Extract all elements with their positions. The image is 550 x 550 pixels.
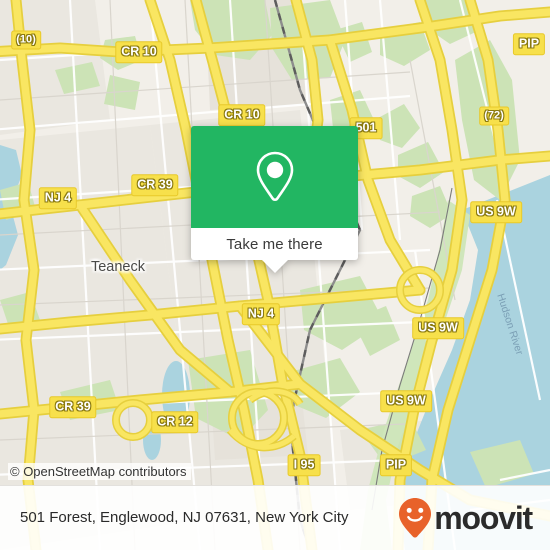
take-me-there-button[interactable]: Take me there — [191, 228, 358, 260]
road-shield: PIP — [379, 454, 413, 476]
road-shield: (72) — [479, 106, 509, 126]
popup-icon-area — [191, 126, 358, 228]
footer-divider — [0, 485, 550, 486]
osm-attribution[interactable]: © OpenStreetMap contributors — [8, 463, 191, 480]
road-shield: NJ 4 — [241, 303, 281, 325]
road-shield: CR 10 — [115, 41, 163, 63]
road-shield: CR 10 — [218, 104, 266, 126]
road-shield: NJ 4 — [38, 187, 78, 209]
take-me-there-label: Take me there — [226, 235, 323, 253]
road-shield: (10) — [11, 30, 41, 50]
moovit-logo[interactable]: moovit — [398, 497, 533, 539]
moovit-pin-smiley-icon — [399, 497, 432, 538]
location-popup[interactable]: Take me there — [191, 126, 358, 273]
road-shield: US 9W — [412, 317, 464, 339]
road-shield: CR 39 — [49, 396, 97, 418]
moovit-wordmark: moovit — [434, 499, 533, 536]
address-text: 501 Forest, Englewood, NJ 07631, New Yor… — [20, 509, 349, 526]
road-shield: PIP — [512, 33, 546, 55]
road-shield: CR 39 — [131, 174, 179, 196]
road-shield: CR 12 — [151, 411, 199, 433]
map-pin-icon — [256, 151, 293, 202]
road-shield: US 9W — [470, 201, 522, 223]
footer-bar: 501 Forest, Englewood, NJ 07631, New Yor… — [0, 485, 550, 550]
road-shield: I 95 — [287, 454, 321, 476]
road-shield: US 9W — [380, 390, 432, 412]
map-screenshot: (10) CR 10 CR 10 501 PIP (72) NJ 4 CR 39 US 9W NJ… — [0, 0, 550, 550]
popup-tail — [261, 260, 288, 273]
place-label: Teaneck — [90, 259, 146, 275]
